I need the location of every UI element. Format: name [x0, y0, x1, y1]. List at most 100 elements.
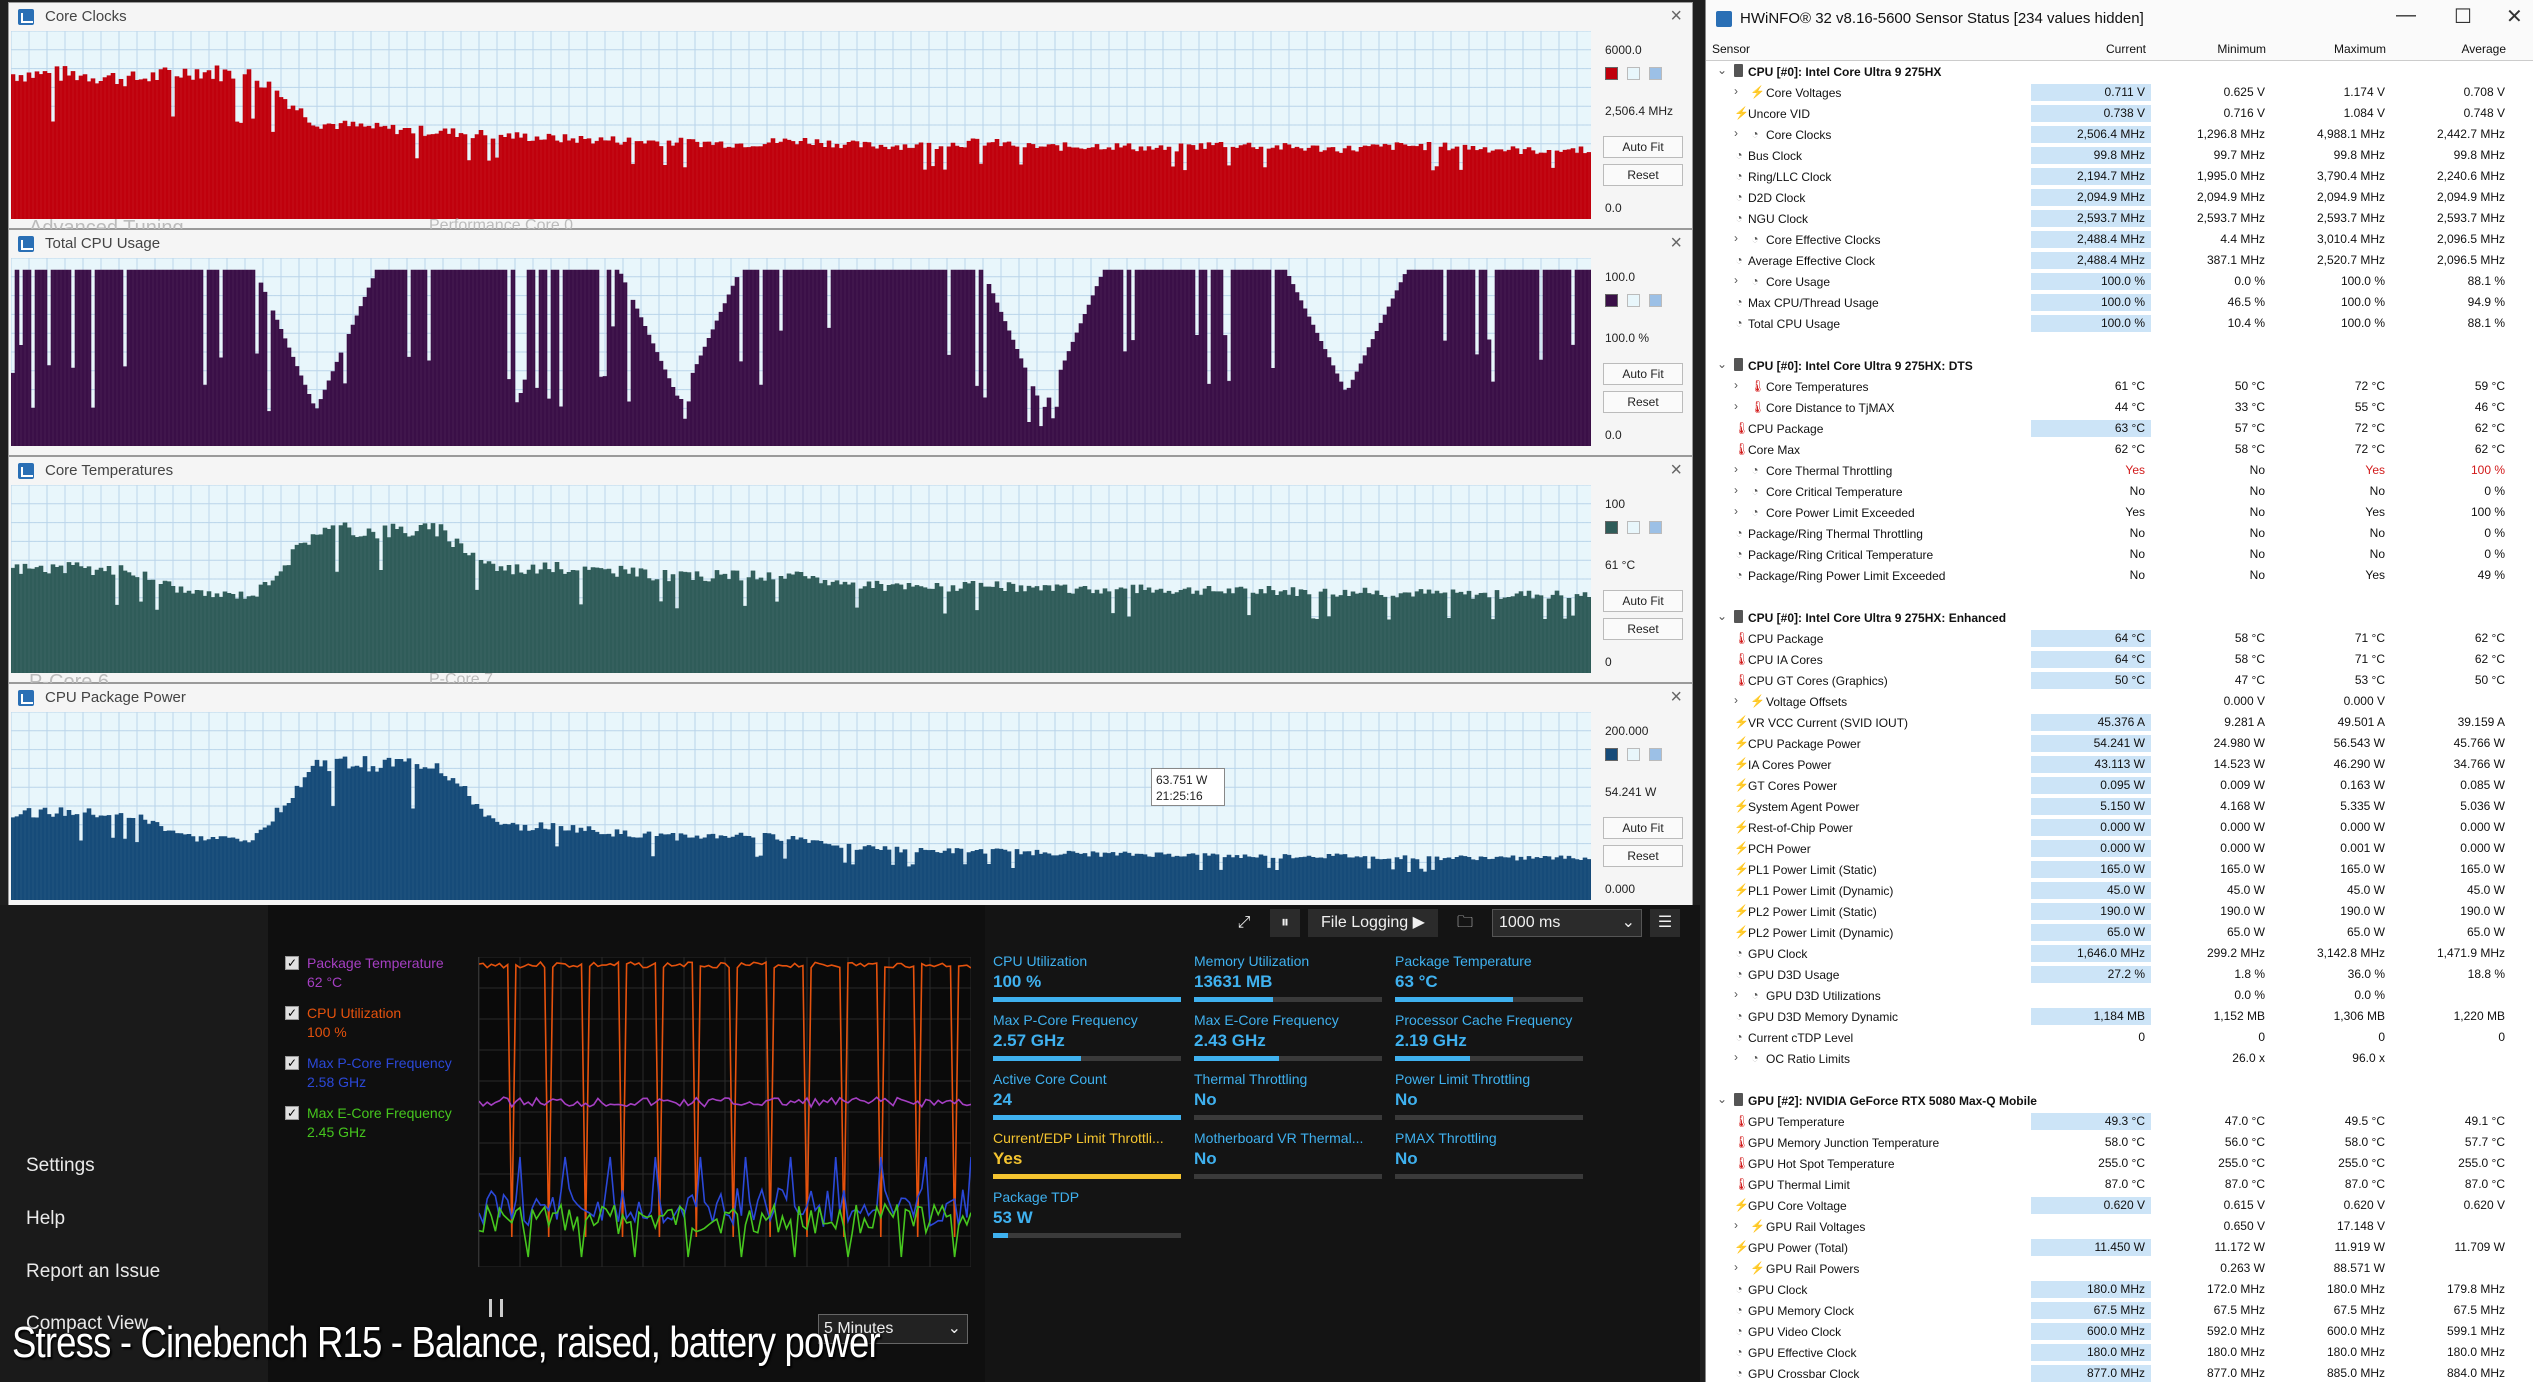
- nav-report-issue[interactable]: Report an Issue: [26, 1261, 160, 1283]
- pause-icon[interactable]: [489, 1299, 503, 1317]
- auto-fit-button[interactable]: Auto Fit: [1603, 817, 1683, 839]
- close-icon[interactable]: ✕: [2506, 4, 2523, 29]
- sensor-row[interactable]: 🌡 Core Max 62 °C 58 °C 72 °C 62 °C: [1706, 439, 2533, 460]
- collapse-icon[interactable]: ⌄: [1717, 357, 1727, 371]
- sensor-group-row[interactable]: ⌄ GPU [#2]: NVIDIA GeForce RTX 5080 Max-…: [1706, 1090, 2533, 1111]
- expand-icon[interactable]: ›: [1734, 231, 1738, 245]
- sensor-row[interactable]: 🌡 GPU Memory Junction Temperature 58.0 °…: [1706, 1132, 2533, 1153]
- sensor-row[interactable]: ◔ NGU Clock 2,593.7 MHz 2,593.7 MHz 2,59…: [1706, 208, 2533, 229]
- sensor-row[interactable]: ⚡ Rest-of-Chip Power 0.000 W 0.000 W 0.0…: [1706, 817, 2533, 838]
- color-swatch[interactable]: [1605, 521, 1618, 534]
- sensor-row[interactable]: ◔ GPU Memory Clock 67.5 MHz 67.5 MHz 67.…: [1706, 1300, 2533, 1321]
- sensor-row[interactable]: ⚡ PL1 Power Limit (Dynamic) 45.0 W 45.0 …: [1706, 880, 2533, 901]
- collapse-icon[interactable]: ⌄: [1717, 63, 1727, 77]
- sensor-row[interactable]: ◔ GPU Clock 1,646.0 MHz 299.2 MHz 3,142.…: [1706, 943, 2533, 964]
- expand-icon[interactable]: ›: [1734, 1050, 1738, 1064]
- expand-icon[interactable]: ›: [1734, 84, 1738, 98]
- background-swatch[interactable]: [1627, 67, 1640, 80]
- close-icon[interactable]: ×: [1670, 5, 1682, 28]
- sensor-row[interactable]: ◔ Package/Ring Thermal Throttling No No …: [1706, 523, 2533, 544]
- collapse-icon[interactable]: ⌄: [1717, 609, 1727, 623]
- reset-button[interactable]: Reset: [1603, 845, 1683, 867]
- sensor-row[interactable]: ⚡ VR VCC Current (SVID IOUT) 45.376 A 9.…: [1706, 712, 2533, 733]
- maximize-icon[interactable]: ☐: [2454, 4, 2472, 29]
- sensor-row[interactable]: 🌡 GPU Temperature 49.3 °C 47.0 °C 49.5 °…: [1706, 1111, 2533, 1132]
- sensor-row[interactable]: ◔ GPU D3D Usage 27.2 % 1.8 % 36.0 % 18.8…: [1706, 964, 2533, 985]
- sensor-row[interactable]: ⚡ PL1 Power Limit (Static) 165.0 W 165.0…: [1706, 859, 2533, 880]
- col-average[interactable]: Average: [1706, 42, 2506, 56]
- nav-settings[interactable]: Settings: [26, 1155, 95, 1177]
- interval-select[interactable]: 1000 ms ⌄: [1492, 909, 1642, 937]
- sensor-row[interactable]: ⚡ IA Cores Power 43.113 W 14.523 W 46.29…: [1706, 754, 2533, 775]
- grid-swatch[interactable]: [1649, 67, 1662, 80]
- folder-icon[interactable]: 🗀: [1446, 909, 1484, 937]
- sensor-row[interactable]: ◔ Current cTDP Level 0 0 0 0: [1706, 1027, 2533, 1048]
- sensor-row[interactable]: › ◔ OC Ratio Limits 26.0 x 96.0 x: [1706, 1048, 2533, 1069]
- expand-icon[interactable]: ›: [1734, 1218, 1738, 1232]
- sensor-row[interactable]: 🌡 CPU IA Cores 64 °C 58 °C 71 °C 62 °C: [1706, 649, 2533, 670]
- expand-icon[interactable]: ›: [1734, 126, 1738, 140]
- sensor-row[interactable]: ◔ Total CPU Usage 100.0 % 10.4 % 100.0 %…: [1706, 313, 2533, 334]
- background-swatch[interactable]: [1627, 748, 1640, 761]
- sensor-row[interactable]: › ◔ Core Power Limit Exceeded Yes No Yes …: [1706, 502, 2533, 523]
- reset-button[interactable]: Reset: [1603, 618, 1683, 640]
- sensor-row[interactable]: ◔ GPU Clock 180.0 MHz 172.0 MHz 180.0 MH…: [1706, 1279, 2533, 1300]
- sensor-row[interactable]: ⚡ PCH Power 0.000 W 0.000 W 0.001 W 0.00…: [1706, 838, 2533, 859]
- sensor-row[interactable]: ⚡ Uncore VID 0.738 V 0.716 V 1.084 V 0.7…: [1706, 103, 2533, 124]
- background-swatch[interactable]: [1627, 294, 1640, 307]
- auto-fit-button[interactable]: Auto Fit: [1603, 363, 1683, 385]
- sensor-row[interactable]: 🌡 GPU Hot Spot Temperature 255.0 °C 255.…: [1706, 1153, 2533, 1174]
- file-logging-button[interactable]: File Logging ▶: [1308, 909, 1438, 937]
- collapse-icon[interactable]: ⌄: [1717, 1092, 1727, 1106]
- sensor-row[interactable]: ⚡ GPU Power (Total) 11.450 W 11.172 W 11…: [1706, 1237, 2533, 1258]
- sensor-row[interactable]: ◔ Package/Ring Power Limit Exceeded No N…: [1706, 565, 2533, 586]
- grid-swatch[interactable]: [1649, 748, 1662, 761]
- background-swatch[interactable]: [1627, 521, 1640, 534]
- sensor-row[interactable]: › ◔ Core Thermal Throttling Yes No Yes 10…: [1706, 460, 2533, 481]
- sensor-row[interactable]: › ◔ Core Effective Clocks 2,488.4 MHz 4.4…: [1706, 229, 2533, 250]
- expand-icon[interactable]: ›: [1734, 483, 1738, 497]
- expand-icon[interactable]: ›: [1734, 504, 1738, 518]
- expand-icon[interactable]: ›: [1734, 273, 1738, 287]
- sensor-row[interactable]: › 🌡 Core Distance to TjMAX 44 °C 33 °C 55…: [1706, 397, 2533, 418]
- sensor-row[interactable]: ◔ Bus Clock 99.8 MHz 99.7 MHz 99.8 MHz 9…: [1706, 145, 2533, 166]
- close-icon[interactable]: ×: [1670, 459, 1682, 482]
- sensor-group-row[interactable]: ⌄ CPU [#0]: Intel Core Ultra 9 275HX: [1706, 61, 2533, 82]
- expand-icon[interactable]: ›: [1734, 1260, 1738, 1274]
- menu-icon[interactable]: ☰: [1650, 909, 1680, 937]
- sensor-row[interactable]: ⚡ PL2 Power Limit (Dynamic) 65.0 W 65.0 …: [1706, 922, 2533, 943]
- expand-icon[interactable]: ›: [1734, 693, 1738, 707]
- sensor-row[interactable]: › ⚡ Core Voltages 0.711 V 0.625 V 1.174 V…: [1706, 82, 2533, 103]
- sensor-row[interactable]: ◔ Max CPU/Thread Usage 100.0 % 46.5 % 10…: [1706, 292, 2533, 313]
- pause-button[interactable]: ⏸: [1270, 909, 1300, 937]
- color-swatch[interactable]: [1605, 294, 1618, 307]
- sensor-row[interactable]: 🌡 CPU Package 64 °C 58 °C 71 °C 62 °C: [1706, 628, 2533, 649]
- color-swatch[interactable]: [1605, 748, 1618, 761]
- sensor-row[interactable]: ◔ GPU Crossbar Clock 877.0 MHz 877.0 MHz…: [1706, 1363, 2533, 1382]
- expand-icon[interactable]: ›: [1734, 399, 1738, 413]
- expand-icon[interactable]: ›: [1734, 462, 1738, 476]
- sensor-row[interactable]: › ⚡ Voltage Offsets 0.000 V 0.000 V: [1706, 691, 2533, 712]
- sensor-row[interactable]: ⚡ GT Cores Power 0.095 W 0.009 W 0.163 W…: [1706, 775, 2533, 796]
- legend-checkbox[interactable]: ✓: [285, 1056, 299, 1070]
- sensor-row[interactable]: ◔ GPU Video Clock 600.0 MHz 592.0 MHz 60…: [1706, 1321, 2533, 1342]
- expand-icon[interactable]: ›: [1734, 378, 1738, 392]
- expand-icon[interactable]: ⤢: [1228, 909, 1260, 937]
- grid-swatch[interactable]: [1649, 521, 1662, 534]
- sensor-row[interactable]: ◔ D2D Clock 2,094.9 MHz 2,094.9 MHz 2,09…: [1706, 187, 2533, 208]
- sensor-group-row[interactable]: ⌄ CPU [#0]: Intel Core Ultra 9 275HX: DT…: [1706, 355, 2533, 376]
- close-icon[interactable]: ×: [1670, 232, 1682, 255]
- minimize-icon[interactable]: —: [2396, 4, 2416, 27]
- sensor-row[interactable]: 🌡 CPU GT Cores (Graphics) 50 °C 47 °C 53…: [1706, 670, 2533, 691]
- sensor-row[interactable]: ◔ Package/Ring Critical Temperature No N…: [1706, 544, 2533, 565]
- sensor-row[interactable]: ◔ Average Effective Clock 2,488.4 MHz 38…: [1706, 250, 2533, 271]
- sensor-row[interactable]: › ◔ Core Usage 100.0 % 0.0 % 100.0 % 88.1…: [1706, 271, 2533, 292]
- legend-checkbox[interactable]: ✓: [285, 1106, 299, 1120]
- reset-button[interactable]: Reset: [1603, 391, 1683, 413]
- expand-icon[interactable]: ›: [1734, 987, 1738, 1001]
- legend-checkbox[interactable]: ✓: [285, 956, 299, 970]
- nav-help[interactable]: Help: [26, 1208, 65, 1230]
- sensor-row[interactable]: ⚡ PL2 Power Limit (Static) 190.0 W 190.0…: [1706, 901, 2533, 922]
- legend-checkbox[interactable]: ✓: [285, 1006, 299, 1020]
- sensor-row[interactable]: › ⚡ GPU Rail Powers 0.263 W 88.571 W: [1706, 1258, 2533, 1279]
